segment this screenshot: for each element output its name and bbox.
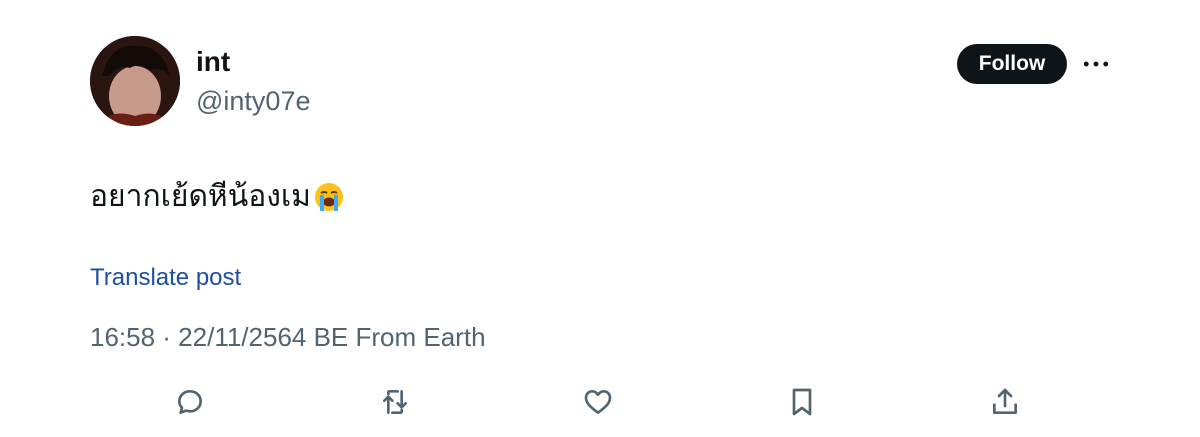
post-timestamp[interactable]: 16:58 · 22/11/2564 BE From Earth — [90, 320, 486, 354]
avatar[interactable] — [90, 36, 180, 126]
bookmark-icon[interactable] — [784, 384, 820, 420]
like-icon[interactable] — [580, 384, 616, 420]
reply-icon[interactable] — [172, 384, 208, 420]
post-body: อยากเย้ดหีน้องเม — [90, 180, 311, 213]
display-name[interactable]: int — [196, 44, 230, 80]
action-bar — [0, 384, 1200, 420]
share-icon[interactable] — [987, 384, 1023, 420]
loudly-crying-face-emoji — [313, 181, 345, 213]
translate-post-link[interactable]: Translate post — [90, 262, 241, 294]
retweet-icon[interactable] — [377, 384, 413, 420]
post-text: อยากเย้ดหีน้องเม — [90, 176, 345, 218]
avatar-image — [90, 36, 180, 126]
follow-button[interactable]: Follow — [957, 44, 1067, 84]
user-handle[interactable]: @inty07e — [196, 84, 310, 118]
more-options-icon[interactable] — [1080, 52, 1112, 76]
